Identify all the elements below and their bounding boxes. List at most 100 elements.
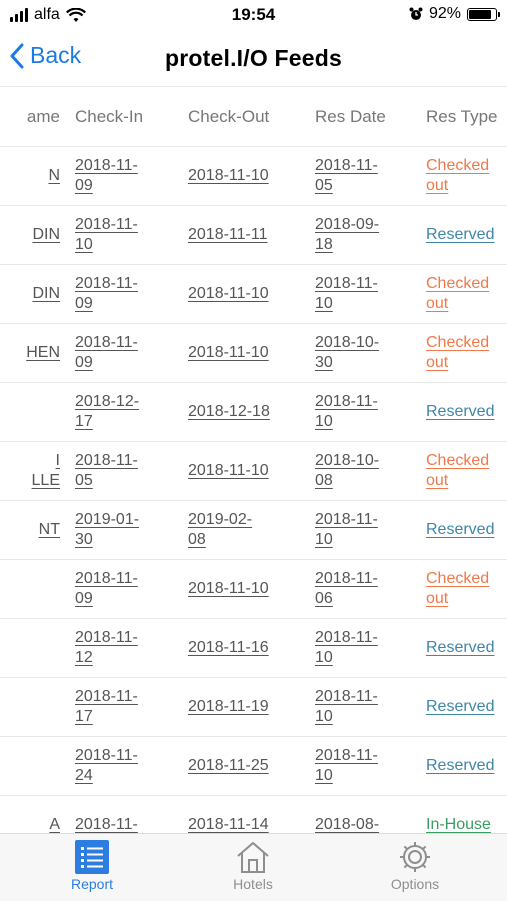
cell-res-type[interactable]: Reserved (426, 501, 506, 559)
cell-res-date[interactable]: 2018-11- 10 (315, 737, 405, 795)
cell-check-in[interactable]: 2018-11- 09 (75, 324, 170, 382)
cell-check-out-text[interactable]: 2018-11-10 (188, 343, 269, 363)
cell-check-out-text[interactable]: 2018-11-10 (188, 166, 269, 186)
cell-check-out[interactable]: 2018-11-10 (188, 442, 288, 500)
cell-check-in[interactable]: 2018-11- 09 (75, 265, 170, 323)
table-row[interactable]: N 2018-11- 09 2018-11-10 2018-11- 05 Checked… (0, 147, 507, 206)
tab-options[interactable]: Options (355, 838, 475, 892)
cell-res-type[interactable]: In-House (426, 796, 506, 833)
cell-check-out-text[interactable]: 2018-11-19 (188, 697, 269, 717)
cell-check-out-text[interactable]: 2018-11-16 (188, 638, 269, 658)
cell-check-out[interactable]: 2018-11-14 (188, 796, 288, 833)
cell-res-type[interactable]: Reserved (426, 383, 506, 441)
cell-check-in-text[interactable]: 2018-11- 17 (75, 687, 138, 727)
cell-check-out-text[interactable]: 2018-11-25 (188, 756, 269, 776)
cell-check-out-text[interactable]: 2018-11-10 (188, 284, 269, 304)
cell-res-type[interactable]: Checked out (426, 324, 506, 382)
cell-check-out[interactable]: 2019-02- 08 (188, 501, 288, 559)
table-row[interactable]: DIN 2018-11- 10 2018-11-11 2018-09- 18 Reser… (0, 206, 507, 265)
cell-check-in[interactable]: 2018-11- 24 (75, 737, 170, 795)
cell-res-date[interactable]: 2018-11- 05 (315, 147, 405, 205)
cell-check-out-text[interactable]: 2018-12-18 (188, 402, 270, 422)
cell-check-out[interactable]: 2018-11-16 (188, 619, 288, 677)
cell-check-in-text[interactable]: 2018-11- 10 (75, 215, 138, 255)
cell-guest-name[interactable]: NT (0, 501, 60, 559)
cell-res-type-text[interactable]: Reserved (426, 402, 494, 422)
cell-check-out[interactable]: 2018-11-19 (188, 678, 288, 736)
cell-check-out-text[interactable]: 2018-11-11 (188, 225, 267, 245)
cell-check-out[interactable]: 2018-11-10 (188, 324, 288, 382)
cell-guest-name[interactable] (0, 619, 60, 677)
cell-res-type[interactable]: Checked out (426, 560, 506, 618)
table-row[interactable]: HEN 2018-11- 09 2018-11-10 2018-10- 30 Check… (0, 324, 507, 383)
cell-check-in-text[interactable]: 2018-11- 12 (75, 628, 138, 668)
cell-check-in-text[interactable]: 2018-12- 17 (75, 392, 139, 432)
cell-res-date-text[interactable]: 2018-11- 10 (315, 746, 378, 786)
cell-check-in-text[interactable]: 2018-11- 09 (75, 333, 138, 373)
table-row[interactable]: 2018-11- 12 2018-11-16 2018-11- 10 Reserved (0, 619, 507, 678)
cell-check-in[interactable]: 2019-01- 30 (75, 501, 170, 559)
table-row[interactable]: 2018-11- 09 2018-11-10 2018-11- 06 Checked … (0, 560, 507, 619)
cell-check-in-text[interactable]: 2018-11- 09 (75, 156, 138, 196)
cell-check-in-text[interactable]: 2018-11- (75, 815, 138, 833)
cell-res-date-text[interactable]: 2018-11- 10 (315, 510, 378, 550)
cell-guest-name-text[interactable]: NT (39, 520, 60, 540)
table-row[interactable]: 2018-11- 17 2018-11-19 2018-11- 10 Reserved (0, 678, 507, 737)
cell-check-in[interactable]: 2018-12- 17 (75, 383, 170, 441)
cell-res-date[interactable]: 2018-11- 10 (315, 501, 405, 559)
cell-guest-name[interactable]: HEN (0, 324, 60, 382)
cell-res-date[interactable]: 2018-11- 10 (315, 678, 405, 736)
cell-res-date-text[interactable]: 2018-09- 18 (315, 215, 379, 255)
cell-guest-name-text[interactable]: A (49, 815, 60, 833)
cell-check-out[interactable]: 2018-11-25 (188, 737, 288, 795)
cell-res-type-text[interactable]: Reserved (426, 225, 494, 245)
cell-res-type[interactable]: Reserved (426, 206, 506, 264)
cell-guest-name[interactable] (0, 560, 60, 618)
cell-check-out-text[interactable]: 2019-02- 08 (188, 510, 252, 550)
cell-check-in-text[interactable]: 2018-11- 09 (75, 569, 138, 609)
cell-res-type-text[interactable]: Checked out (426, 451, 489, 491)
cell-guest-name[interactable]: DIN (0, 265, 60, 323)
table-row[interactable]: 2018-12- 17 2018-12-18 2018-11- 10 Reserved (0, 383, 507, 442)
cell-res-type-text[interactable]: Checked out (426, 569, 489, 609)
cell-guest-name-text[interactable]: I LLE (32, 451, 60, 491)
cell-check-in[interactable]: 2018-11- 09 (75, 560, 170, 618)
cell-res-type-text[interactable]: Reserved (426, 520, 494, 540)
cell-res-date-text[interactable]: 2018-11- 10 (315, 392, 378, 432)
cell-guest-name[interactable]: A (0, 796, 60, 833)
cell-res-date-text[interactable]: 2018-10- 30 (315, 333, 379, 373)
cell-res-date-text[interactable]: 2018-11- 06 (315, 569, 378, 609)
cell-check-out[interactable]: 2018-11-10 (188, 147, 288, 205)
table-row[interactable]: NT 2019-01- 30 2019-02- 08 2018-11- 10 Reser… (0, 501, 507, 560)
cell-res-type[interactable]: Checked out (426, 147, 506, 205)
cell-res-type-text[interactable]: Checked out (426, 274, 489, 314)
cell-check-out-text[interactable]: 2018-11-10 (188, 579, 269, 599)
cell-guest-name-text[interactable]: DIN (32, 225, 60, 245)
cell-res-type-text[interactable]: Reserved (426, 756, 494, 776)
cell-res-type[interactable]: Checked out (426, 442, 506, 500)
cell-guest-name-text[interactable]: HEN (26, 343, 60, 363)
cell-guest-name[interactable]: N (0, 147, 60, 205)
cell-check-in[interactable]: 2018-11- 05 (75, 442, 170, 500)
cell-res-date-text[interactable]: 2018-11- 05 (315, 156, 378, 196)
cell-guest-name[interactable] (0, 678, 60, 736)
cell-res-type[interactable]: Reserved (426, 678, 506, 736)
cell-check-in[interactable]: 2018-11- 10 (75, 206, 170, 264)
cell-check-out[interactable]: 2018-12-18 (188, 383, 288, 441)
cell-res-type-text[interactable]: Reserved (426, 697, 494, 717)
cell-res-date-text[interactable]: 2018-11- 10 (315, 274, 378, 314)
cell-check-out[interactable]: 2018-11-10 (188, 265, 288, 323)
cell-check-in[interactable]: 2018-11- (75, 796, 170, 833)
cell-check-out-text[interactable]: 2018-11-10 (188, 461, 269, 481)
tab-report[interactable]: Report (32, 838, 152, 892)
cell-guest-name[interactable] (0, 383, 60, 441)
cell-res-type[interactable]: Reserved (426, 619, 506, 677)
cell-res-type-text[interactable]: Reserved (426, 638, 494, 658)
cell-res-date-text[interactable]: 2018-08- (315, 815, 379, 833)
cell-res-date[interactable]: 2018-11- 10 (315, 619, 405, 677)
cell-guest-name[interactable] (0, 737, 60, 795)
cell-check-in[interactable]: 2018-11- 17 (75, 678, 170, 736)
cell-res-date-text[interactable]: 2018-11- 10 (315, 687, 378, 727)
cell-res-type[interactable]: Reserved (426, 737, 506, 795)
cell-res-date[interactable]: 2018-08- (315, 796, 405, 833)
